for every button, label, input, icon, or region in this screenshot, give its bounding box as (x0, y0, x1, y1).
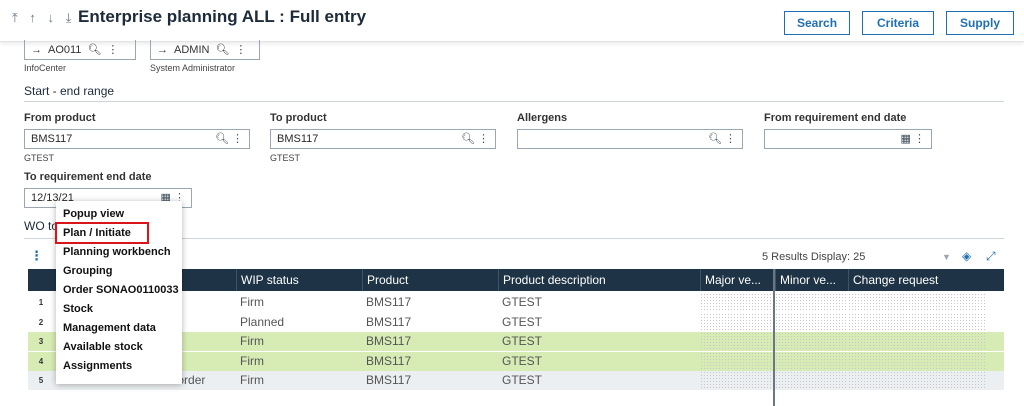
from-product-input[interactable]: BMS117 🔍︎ ⋮ (24, 129, 250, 149)
row-product-description: GTEST (502, 334, 543, 348)
row-change-request (848, 293, 986, 312)
row-product-description: GTEST (502, 373, 543, 387)
more-icon[interactable]: ⋮ (914, 133, 925, 145)
row-major-version (700, 293, 773, 312)
menu-item-planning-workbench[interactable]: Planning workbench (63, 246, 171, 258)
site-field[interactable]: → AO011 🔍︎ ⋮ (24, 40, 136, 60)
column-header-major-version[interactable]: Major ve... (700, 269, 773, 291)
user-field[interactable]: → ADMIN 🔍︎ ⋮ (150, 40, 260, 60)
section-divider (24, 101, 1004, 102)
row-major-version (700, 313, 773, 332)
site-value: AO011 (48, 43, 82, 56)
supply-button[interactable]: Supply (946, 11, 1014, 35)
from-product-label: From product (24, 112, 96, 124)
site-description: InfoCenter (24, 63, 67, 73)
arrow-right-icon: → (31, 43, 42, 56)
row-change-request (848, 352, 986, 371)
search-icon[interactable]: 🔍︎ (215, 43, 229, 56)
menu-highlight-box (55, 222, 149, 244)
menu-item-available-stock[interactable]: Available stock (63, 341, 143, 353)
row-number: 2 (38, 318, 44, 327)
more-icon[interactable]: ⋮ (235, 43, 246, 56)
search-icon[interactable]: 🔍︎ (87, 43, 101, 56)
allergens-input[interactable]: 🔍︎ ⋮ (517, 129, 743, 149)
column-header-product[interactable]: Product (362, 269, 498, 291)
menu-item-order-sonao0110033[interactable]: Order SONAO0110033 (63, 284, 179, 296)
menu-item-popup-view[interactable]: Popup view (63, 208, 124, 220)
row-wip-status[interactable]: Firm (236, 371, 264, 390)
row-major-version (700, 332, 773, 351)
from-req-end-date-input[interactable]: ▦ ⋮ (764, 129, 932, 149)
to-req-end-date-label: To requirement end date (24, 171, 152, 183)
search-button[interactable]: Search (784, 11, 850, 35)
search-icon[interactable]: 🔍︎ (708, 133, 722, 145)
to-product-description: GTEST (270, 153, 301, 163)
row-number: 4 (38, 357, 44, 366)
from-product-description: GTEST (24, 153, 55, 163)
criteria-button[interactable]: Criteria (862, 11, 934, 35)
row-product-description: GTEST (502, 315, 543, 329)
row-change-request (848, 332, 986, 351)
row-wip-status[interactable]: Firm (236, 332, 264, 351)
column-header-change-request[interactable]: Change request (848, 269, 986, 291)
page-header: ⤒ ↑ ↓ ⤓ Enterprise planning ALL : Full e… (0, 0, 1024, 42)
frozen-column-divider (773, 269, 775, 406)
row-product[interactable]: BMS117 (362, 352, 411, 371)
row-minor-version (775, 352, 848, 371)
grid-actions-icon[interactable]: ⋮ (30, 248, 43, 264)
to-product-input[interactable]: BMS117 🔍︎ ⋮ (270, 129, 496, 149)
display-dropdown-chevron-icon[interactable]: ▼ (942, 252, 951, 262)
menu-item-grouping[interactable]: Grouping (63, 265, 113, 277)
results-count: 5 Results Display: 25 (762, 251, 866, 263)
row-change-request (848, 371, 986, 390)
to-product-label: To product (270, 112, 327, 124)
row-minor-version (775, 313, 848, 332)
row-change-request (848, 313, 986, 332)
row-product[interactable]: BMS117 (362, 371, 411, 390)
search-icon[interactable]: 🔍︎ (461, 133, 475, 145)
row-number: 5 (38, 376, 44, 385)
page-title: Enterprise planning ALL : Full entry (78, 7, 367, 26)
expand-icon[interactable]: ⤢ (986, 249, 996, 264)
user-value: ADMIN (174, 43, 210, 56)
section-title-range: Start - end range (24, 84, 115, 98)
from-req-end-date-label: From requirement end date (764, 112, 907, 124)
row-number: 1 (38, 298, 44, 307)
column-header-wip-status[interactable]: WIP status (236, 269, 362, 291)
more-icon[interactable]: ⋮ (232, 133, 243, 145)
row-number: 3 (38, 337, 44, 346)
arrow-right-icon: → (157, 43, 168, 56)
menu-item-assignments[interactable]: Assignments (63, 360, 132, 372)
column-header-minor-version[interactable]: Minor ve... (775, 269, 848, 291)
row-major-version (700, 352, 773, 371)
section-title-wo: WO to (24, 219, 59, 233)
more-icon[interactable]: ⋮ (107, 43, 118, 56)
row-wip-status[interactable]: Firm (236, 293, 264, 312)
row-major-version (700, 371, 773, 390)
row-wip-status[interactable]: Planned (236, 313, 284, 332)
row-minor-version (775, 332, 848, 351)
row-product-description: GTEST (502, 295, 543, 309)
row-minor-version (775, 371, 848, 390)
row-wip-status[interactable]: Firm (236, 352, 264, 371)
more-icon[interactable]: ⋮ (725, 133, 736, 145)
row-minor-version (775, 293, 848, 312)
search-icon[interactable]: 🔍︎ (215, 133, 229, 145)
column-header-product-description[interactable]: Product description (498, 269, 700, 291)
record-navigation-arrows[interactable]: ⤒ ↑ ↓ ⤓ (12, 10, 75, 26)
layers-icon[interactable]: ◈ (962, 249, 971, 263)
row-product-description: GTEST (502, 354, 543, 368)
calendar-icon[interactable]: ▦ (901, 133, 911, 145)
menu-item-management-data[interactable]: Management data (63, 322, 156, 334)
allergens-label: Allergens (517, 112, 568, 124)
menu-item-stock[interactable]: Stock (63, 303, 93, 315)
row-product[interactable]: BMS117 (362, 313, 411, 332)
more-icon[interactable]: ⋮ (478, 133, 489, 145)
user-description: System Administrator (150, 63, 236, 73)
row-product[interactable]: BMS117 (362, 332, 411, 351)
row-product[interactable]: BMS117 (362, 293, 411, 312)
